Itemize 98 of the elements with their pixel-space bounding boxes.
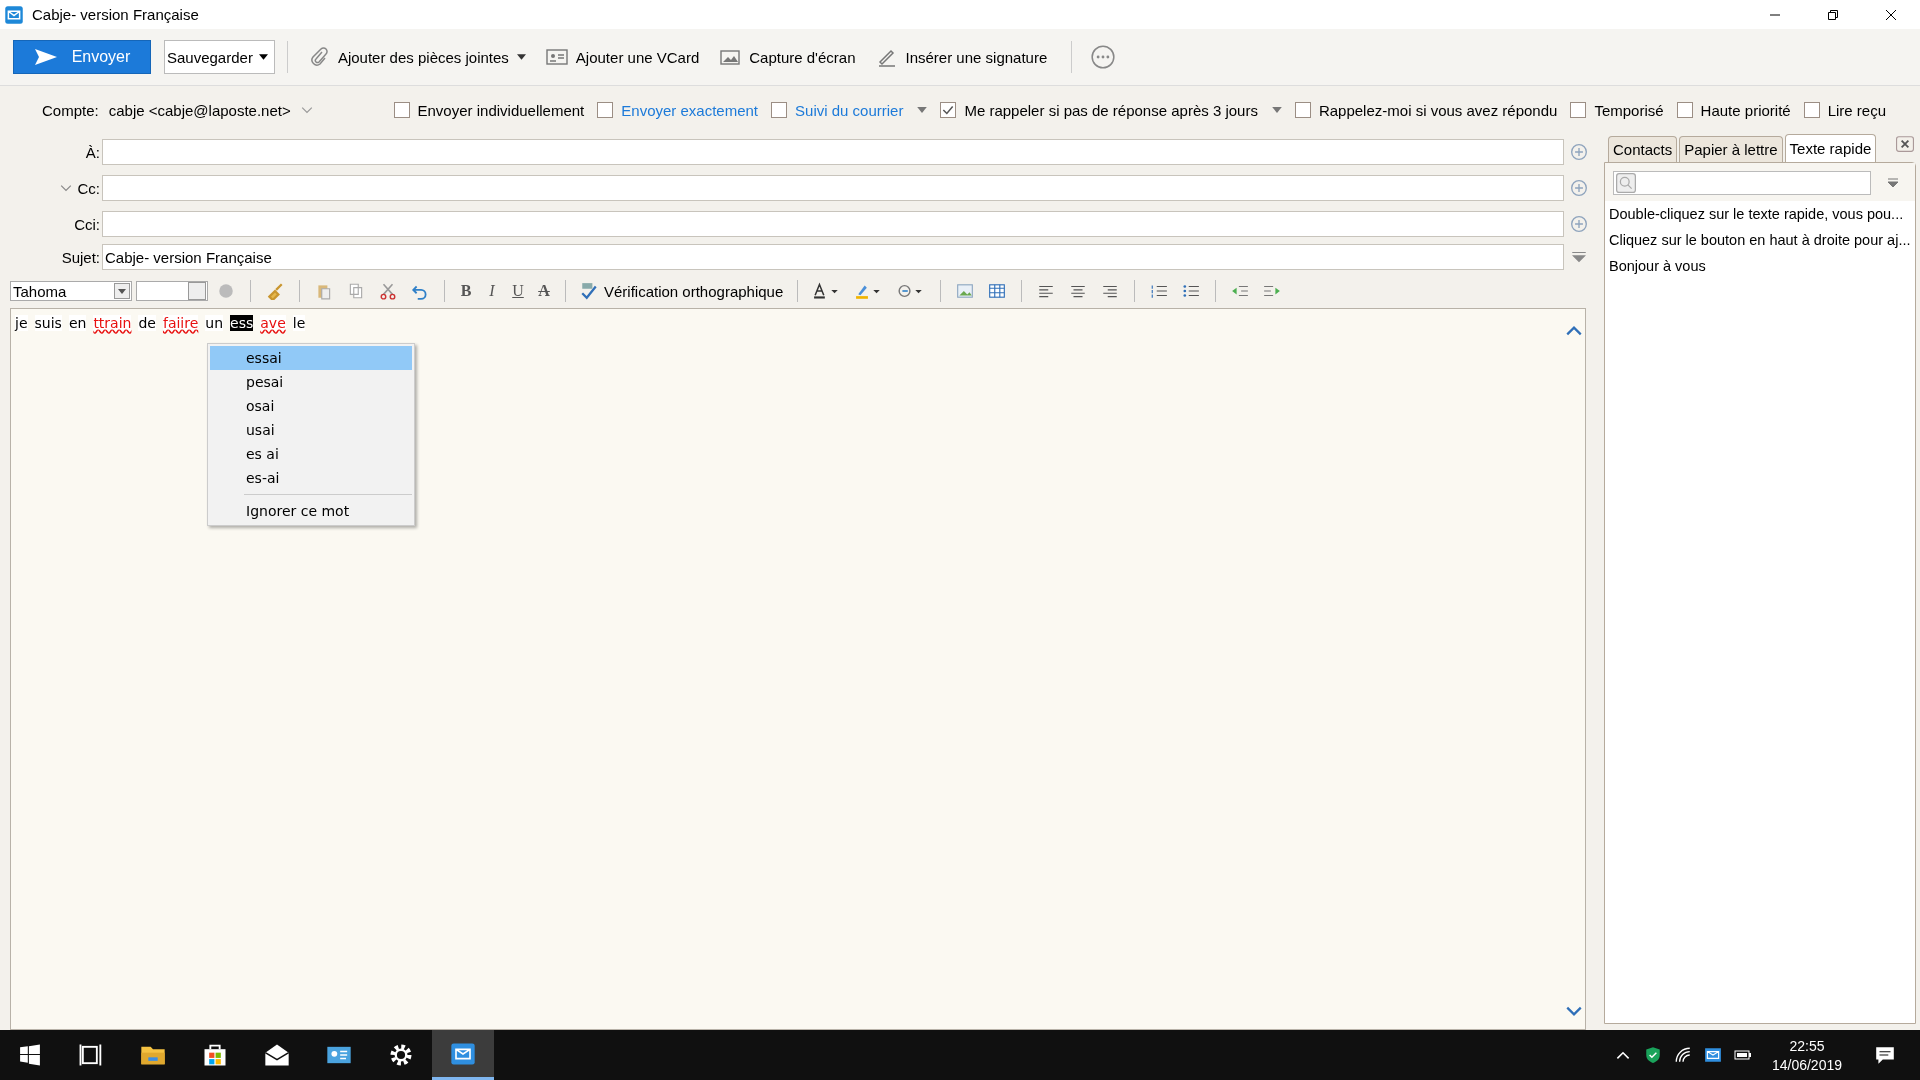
- option-label: Haute priorité: [1700, 101, 1791, 119]
- tab[interactable]: Texte rapide: [1784, 134, 1877, 162]
- dropdown-icon[interactable]: [1271, 107, 1282, 113]
- add-icon[interactable]: [1570, 179, 1588, 197]
- brush-icon[interactable]: [266, 282, 284, 300]
- input-field[interactable]: [102, 211, 1564, 237]
- wifi-icon[interactable]: [1673, 1046, 1692, 1064]
- mail-icon[interactable]: [1703, 1046, 1722, 1064]
- underline-icon[interactable]: U: [507, 282, 529, 300]
- menu-item[interactable]: usai: [210, 418, 412, 442]
- toolbar-button[interactable]: Ajouter des pièces jointes: [299, 40, 534, 74]
- checkbox[interactable]: [393, 102, 410, 118]
- search-field[interactable]: [1613, 171, 1871, 195]
- checkbox[interactable]: [1570, 102, 1587, 118]
- body-word: le: [292, 315, 306, 331]
- misspelled-word: ttrain: [93, 315, 132, 331]
- add-icon[interactable]: [1570, 215, 1588, 233]
- misspelled-word: ave: [260, 315, 286, 331]
- body-word: je: [15, 315, 28, 331]
- copy-icon[interactable]: [347, 282, 365, 300]
- clock-date[interactable]: 14/06/2019: [1771, 1056, 1842, 1073]
- screenshot-icon: [719, 47, 742, 67]
- menu-item[interactable]: pesai: [210, 370, 412, 394]
- strikethrough-icon[interactable]: A: [533, 282, 555, 300]
- send-icon: [33, 48, 58, 66]
- window-title: Cabje- version Française: [32, 6, 199, 23]
- toolbar-button[interactable]: Capture d'écran: [711, 40, 864, 74]
- checkbox[interactable]: [1676, 102, 1693, 118]
- save-button[interactable]: Sauvegarder: [164, 40, 275, 74]
- tab[interactable]: Contacts: [1608, 136, 1678, 162]
- option-label: Lire reçu: [1827, 101, 1886, 119]
- chevron-down-icon[interactable]: [59, 184, 72, 192]
- quick-text-item[interactable]: Cliquez sur le bouton en haut à droite pour aj...: [1605, 227, 1915, 253]
- option-label: Temporisé: [1594, 101, 1664, 119]
- add-icon[interactable]: [1570, 143, 1588, 161]
- size-select[interactable]: [136, 281, 208, 301]
- option-link[interactable]: Suivi du courrier: [795, 101, 904, 119]
- spell-check-button[interactable]: Vérification orthographique: [576, 282, 788, 300]
- bullet-list-icon[interactable]: [1182, 282, 1201, 300]
- menu-item[interactable]: es ai: [210, 442, 412, 466]
- filter-icon[interactable]: [1887, 178, 1899, 188]
- more-icon[interactable]: [1090, 44, 1117, 70]
- selected-word: ess: [230, 315, 254, 331]
- shield-icon[interactable]: [1643, 1046, 1662, 1064]
- quick-text-item[interactable]: Double-cliquez sur le texte rapide, vous pou...: [1605, 201, 1915, 227]
- numbered-list-icon[interactable]: [1150, 282, 1169, 300]
- menu-item[interactable]: Ignorer ce mot: [210, 499, 412, 523]
- caret-icon: [516, 54, 526, 60]
- field-label: Cci:: [74, 215, 100, 233]
- contact-card-icon: [545, 47, 568, 67]
- italic-icon[interactable]: I: [481, 282, 503, 300]
- toolbar-button[interactable]: Ajouter une VCard: [537, 40, 708, 74]
- scroll-up-icon[interactable]: [1565, 325, 1583, 337]
- dropdown-icon[interactable]: [917, 107, 928, 113]
- field-label: Sujet:: [61, 248, 100, 266]
- checkbox[interactable]: [597, 102, 614, 118]
- checkbox[interactable]: [1803, 102, 1820, 118]
- image-icon[interactable]: [956, 282, 975, 300]
- misspelled-word: faiire: [162, 315, 199, 331]
- input-field[interactable]: Cabje- version Française: [102, 244, 1564, 270]
- option-label: Rappelez-moi si vous avez répondu: [1318, 101, 1558, 119]
- toolbar-button[interactable]: Insérer une signature: [867, 40, 1056, 74]
- option-label: Envoyer individuellement: [417, 101, 585, 119]
- account-label: Compte:: [42, 101, 99, 119]
- menu-item[interactable]: es-ai: [210, 466, 412, 490]
- spell-check-icon: [580, 282, 598, 300]
- search-icon: [1616, 173, 1636, 193]
- body-word: suis: [34, 315, 62, 331]
- scissors-icon[interactable]: [379, 282, 397, 300]
- dropdown-icon: [114, 283, 130, 299]
- caret-icon: [258, 54, 268, 60]
- checkbox[interactable]: [940, 102, 957, 118]
- menu-item[interactable]: essai: [210, 346, 412, 370]
- menu-item[interactable]: osai: [210, 394, 412, 418]
- scroll-down-icon[interactable]: [1565, 1005, 1583, 1017]
- checkbox[interactable]: [771, 102, 788, 118]
- checkbox[interactable]: [1294, 102, 1311, 118]
- chevron-down-icon[interactable]: [300, 106, 313, 114]
- table-icon[interactable]: [988, 282, 1007, 300]
- app-icon: [4, 4, 24, 25]
- taskbar-app[interactable]: [432, 1030, 494, 1080]
- clock-time[interactable]: 22:55: [1789, 1037, 1825, 1054]
- body-word: en: [68, 315, 87, 331]
- send-button[interactable]: Envoyer: [13, 40, 151, 74]
- input-field[interactable]: [102, 139, 1564, 165]
- tab[interactable]: Papier à lettre: [1679, 136, 1783, 162]
- bold-icon[interactable]: B: [455, 282, 477, 300]
- account-selector[interactable]: cabje <cabje@laposte.net>: [108, 101, 291, 119]
- option-label: Me rappeler si pas de réponse après 3 jours: [964, 101, 1258, 119]
- font-select[interactable]: Tahoma: [10, 281, 132, 301]
- field-label: À:: [85, 143, 100, 161]
- close-icon[interactable]: [1896, 136, 1914, 152]
- option-link[interactable]: Envoyer exactement: [621, 101, 759, 119]
- quick-text-item[interactable]: Bonjour à vous: [1605, 253, 1915, 279]
- body-word: de: [138, 315, 156, 331]
- input-field[interactable]: [102, 175, 1564, 201]
- field-label: Cc:: [77, 179, 100, 197]
- body-word: un: [205, 315, 224, 331]
